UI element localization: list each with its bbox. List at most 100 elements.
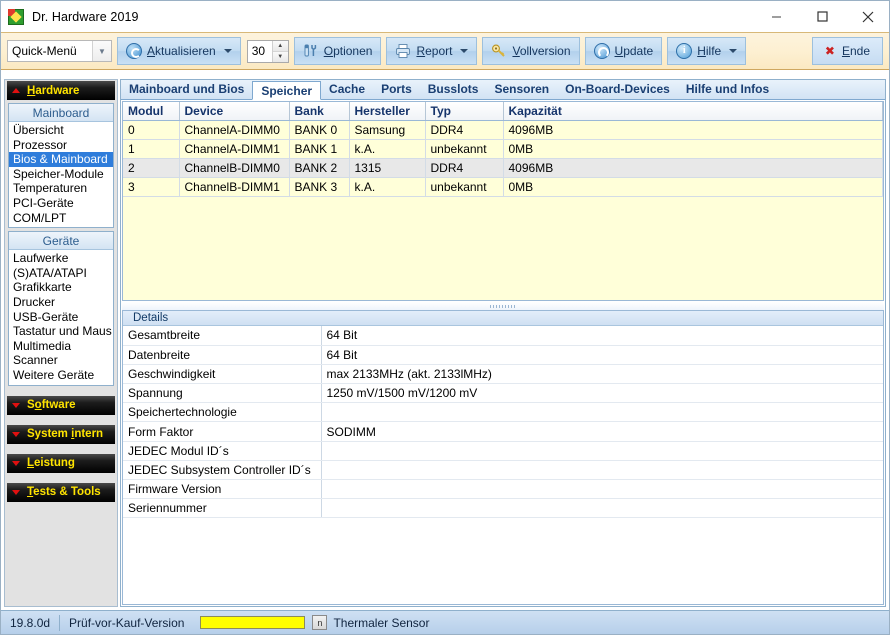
- cell-modul: 3: [123, 177, 180, 197]
- chevron-down-icon[interactable]: [460, 49, 469, 53]
- detail-value: max 2133MHz (akt. 2133lMHz): [321, 364, 883, 385]
- sidebar-group-software[interactable]: Software: [7, 395, 115, 415]
- tab-on-board-devices[interactable]: On-Board-Devices: [557, 80, 678, 99]
- quick-menu-select[interactable]: Quick-Menü ▼: [7, 40, 112, 62]
- sidebar-item-usb-geraete[interactable]: USB-Geräte: [9, 310, 113, 325]
- detail-value: [321, 441, 883, 461]
- sidebar-item-drucker[interactable]: Drucker: [9, 295, 113, 310]
- cell-typ: DDR4: [425, 158, 504, 178]
- window-controls: [753, 1, 889, 32]
- column-header-bank[interactable]: Bank: [289, 102, 350, 121]
- column-header-kapazitaet[interactable]: Kapazität: [503, 102, 883, 121]
- title-bar: Dr. Hardware 2019: [1, 1, 889, 32]
- red-x-icon: ✖: [824, 44, 835, 58]
- sidebar-item-bios-mainboard[interactable]: Bios & Mainboard: [9, 152, 113, 167]
- sensor-icon[interactable]: n: [312, 615, 328, 630]
- sidebar-item-speicher-module[interactable]: Speicher-Module: [9, 167, 113, 182]
- sidebar-group-system-intern[interactable]: System intern: [7, 424, 115, 444]
- diamond-logo-icon: [8, 8, 24, 25]
- maximize-icon[interactable]: [799, 1, 845, 32]
- minimize-icon[interactable]: [753, 1, 799, 32]
- stepper-up-icon[interactable]: ▲: [272, 40, 288, 52]
- sidebar-panel-title: Mainboard: [9, 104, 113, 122]
- sidebar-item-prozessor[interactable]: Prozessor: [9, 138, 113, 153]
- sidebar-item-com-lpt[interactable]: COM/LPT: [9, 211, 113, 226]
- status-bar: 19.8.0d Prüf-vor-Kauf-Version n Thermale…: [1, 610, 889, 634]
- interval-stepper[interactable]: 30 ▲ ▼: [246, 39, 289, 63]
- status-progress-bar: [200, 616, 306, 629]
- update-icon: [593, 43, 610, 59]
- sidebar-item-scanner[interactable]: Scanner: [9, 353, 113, 368]
- sidebar-item-tastatur-und-maus[interactable]: Tastatur und Maus: [9, 324, 113, 339]
- sidebar-group-label: Leistung: [27, 457, 75, 469]
- sidebar-item-pci-geraete[interactable]: PCI-Geräte: [9, 196, 113, 211]
- tab-cache[interactable]: Cache: [321, 80, 373, 99]
- sidebar-item-weitere-geraete[interactable]: Weitere Geräte: [9, 368, 113, 383]
- tab-sensoren[interactable]: Sensoren: [486, 80, 557, 99]
- tab-speicher[interactable]: Speicher: [252, 81, 322, 100]
- detail-key: Gesamtbreite: [123, 326, 322, 346]
- sidebar-item-laufwerke[interactable]: Laufwerke: [9, 251, 113, 266]
- end-button[interactable]: ✖ Ende: [811, 37, 883, 65]
- column-header-typ[interactable]: Typ: [425, 102, 504, 121]
- status-edition: Prüf-vor-Kauf-Version: [69, 615, 185, 630]
- panel-splitter[interactable]: [122, 302, 884, 310]
- sidebar-item-temperaturen[interactable]: Temperaturen: [9, 181, 113, 196]
- table-row[interactable]: 0 ChannelA-DIMM0 BANK 0 Samsung DDR4 409…: [123, 120, 883, 140]
- tab-strip: Mainboard und Bios Speicher Cache Ports …: [121, 80, 885, 100]
- list-item: Spannung 1250 mV/1500 mV/1200 mV: [123, 383, 883, 404]
- options-button[interactable]: Optionen: [293, 37, 382, 65]
- chevron-down-icon[interactable]: [729, 49, 738, 53]
- table-row[interactable]: 2 ChannelB-DIMM0 BANK 2 1315 DDR4 4096MB: [123, 158, 883, 178]
- memory-modules-grid[interactable]: Modul Device Bank Hersteller Typ Kapazit…: [122, 101, 884, 301]
- tab-mainboard-und-bios[interactable]: Mainboard und Bios: [121, 80, 252, 99]
- stepper-down-icon[interactable]: ▼: [272, 51, 288, 62]
- report-label: Report: [416, 44, 453, 58]
- window-title: Dr. Hardware 2019: [32, 9, 139, 24]
- cell-modul: 1: [123, 139, 180, 159]
- refresh-button[interactable]: Aktualisieren: [117, 37, 241, 65]
- cell-typ: DDR4: [425, 120, 504, 140]
- sidebar-item-grafikkarte[interactable]: Grafikkarte: [9, 280, 113, 295]
- sidebar-item-uebersicht[interactable]: Übersicht: [9, 123, 113, 138]
- main-body: Hardware Mainboard Übersicht Prozessor B…: [1, 70, 889, 612]
- toolbar: Quick-Menü ▼ Aktualisieren 30 ▲ ▼ Option…: [1, 32, 889, 70]
- sidebar-item-sata-atapi[interactable]: (S)ATA/ATAPI: [9, 266, 113, 281]
- fullversion-button[interactable]: Vollversion: [482, 37, 580, 65]
- sidebar-item-multimedia[interactable]: Multimedia: [9, 339, 113, 354]
- list-item: JEDEC Subsystem Controller ID´s: [123, 460, 883, 481]
- list-item: Form Faktor SODIMM: [123, 421, 883, 442]
- cell-modul: 2: [123, 158, 180, 178]
- options-label: Optionen: [323, 44, 373, 58]
- cell-hersteller: k.A.: [349, 177, 426, 197]
- close-icon[interactable]: [845, 1, 889, 32]
- column-header-modul[interactable]: Modul: [123, 102, 180, 121]
- application-window: Dr. Hardware 2019 Quick-Menü ▼ Aktualisi…: [0, 0, 890, 635]
- tab-hilfe-und-infos[interactable]: Hilfe und Infos: [678, 80, 777, 99]
- tab-ports[interactable]: Ports: [373, 80, 420, 99]
- table-row[interactable]: 3 ChannelB-DIMM1 BANK 3 k.A. unbekannt 0…: [123, 177, 883, 197]
- list-item: Seriennummer: [123, 498, 883, 519]
- sidebar-group-label: Software: [27, 399, 76, 411]
- sidebar-group-tests-tools[interactable]: Tests & Tools: [7, 482, 115, 502]
- sidebar-group-leistung[interactable]: Leistung: [7, 453, 115, 473]
- update-button[interactable]: Update: [584, 37, 663, 65]
- sidebar-panel-title: Geräte: [9, 232, 113, 251]
- sidebar-group-label: System intern: [27, 428, 104, 440]
- detail-key: Firmware Version: [123, 479, 322, 500]
- table-row[interactable]: 1 ChannelA-DIMM1 BANK 1 k.A. unbekannt 0…: [123, 139, 883, 159]
- detail-key: Form Faktor: [123, 421, 322, 442]
- help-button[interactable]: i Hilfe: [667, 37, 747, 65]
- details-panel: Details Gesamtbreite 64 Bit Datenbreite …: [122, 310, 884, 605]
- triangle-down-icon: [12, 402, 20, 408]
- tab-busslots[interactable]: Busslots: [420, 80, 487, 99]
- chevron-down-icon[interactable]: ▼: [92, 41, 111, 61]
- chevron-down-icon[interactable]: [223, 49, 232, 53]
- cell-kapazitaet: 4096MB: [503, 120, 883, 140]
- detail-key: Spannung: [123, 383, 322, 404]
- column-header-device[interactable]: Device: [179, 102, 290, 121]
- sidebar-group-hardware[interactable]: Hardware: [7, 81, 115, 100]
- column-header-hersteller[interactable]: Hersteller: [349, 102, 426, 121]
- detail-key: Geschwindigkeit: [123, 364, 322, 385]
- report-button[interactable]: Report: [386, 37, 478, 65]
